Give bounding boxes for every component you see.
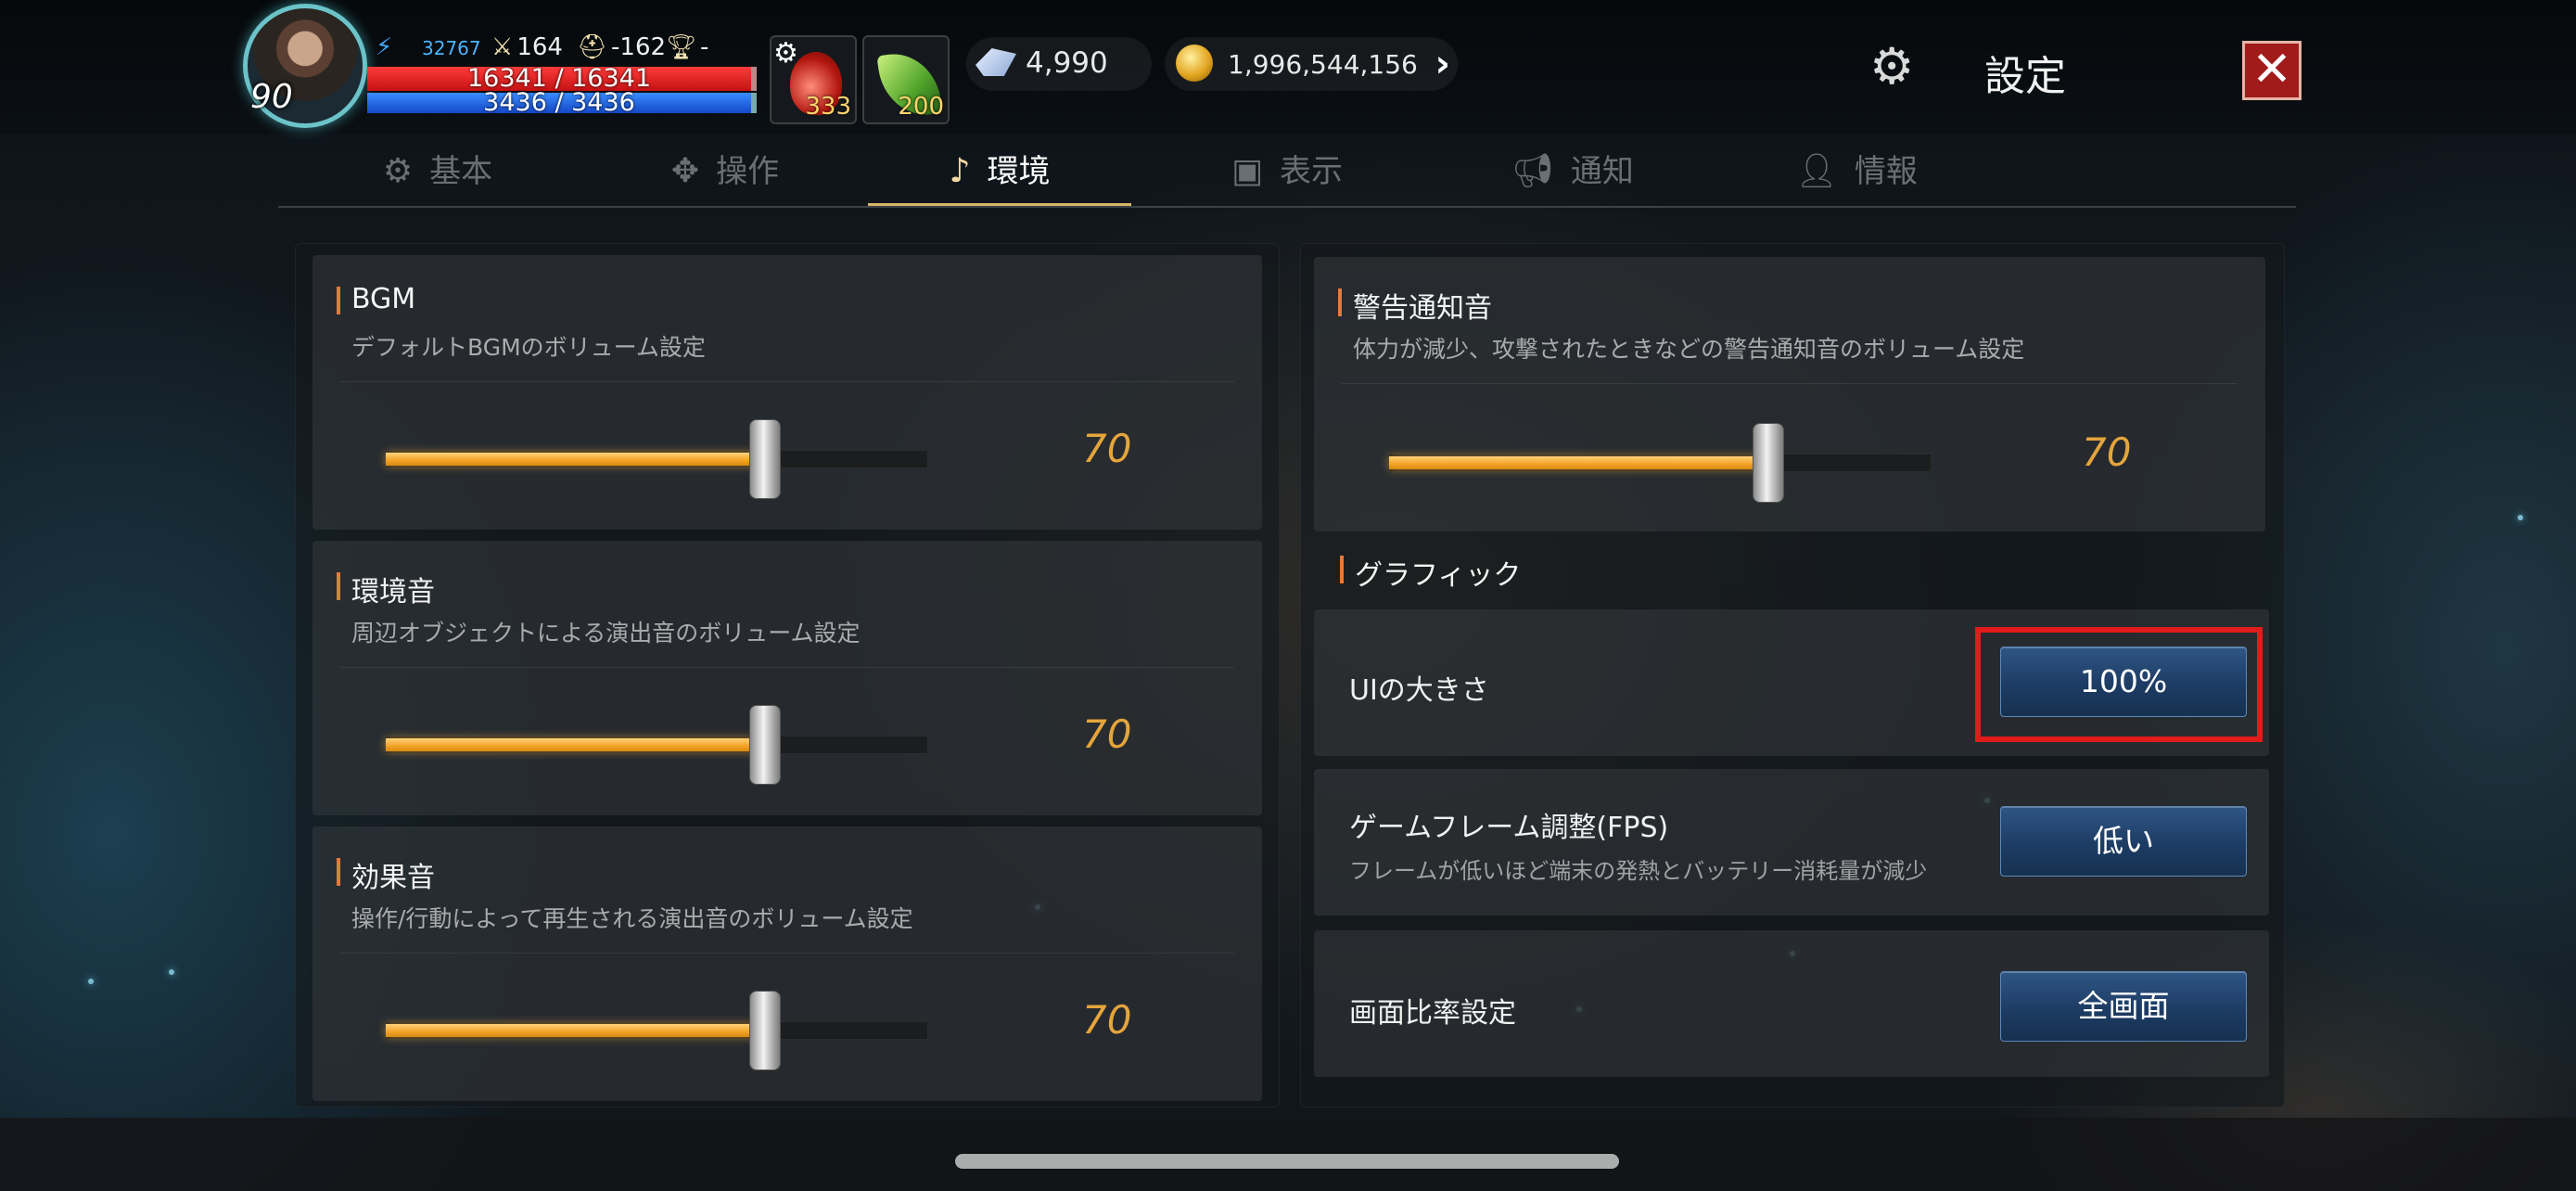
display-icon: ▣	[1231, 152, 1263, 190]
rank-stat: 🏆︎ -	[666, 33, 709, 61]
ui-size-label: UIの大きさ	[1349, 674, 1489, 707]
tab-environment[interactable]: ♪ 環境	[868, 139, 1131, 206]
leaf-count: 200	[898, 93, 944, 121]
alert-sound-card: 警告通知音 体力が減少、攻撃されたときなどの警告通知音のボリューム設定 70	[1314, 257, 2265, 531]
defense-stat: ⛑ -162	[577, 33, 667, 61]
bgm-slider[interactable]	[385, 419, 928, 499]
slider-thumb[interactable]	[748, 991, 781, 1070]
bgm-title: BGM	[337, 283, 415, 315]
tab-display[interactable]: ▣ 表示	[1155, 139, 1419, 206]
gear-icon: ⚙	[773, 37, 798, 70]
slider-fill	[386, 453, 765, 466]
slider-thumb[interactable]	[748, 705, 781, 785]
sword-icon: ⚔	[491, 33, 514, 61]
crystal-currency: 4,990	[966, 37, 1152, 91]
aspect-ratio-button[interactable]: 全画面	[2000, 971, 2247, 1042]
trophy-icon: 🏆︎	[666, 33, 697, 61]
crystal-icon	[976, 48, 1016, 76]
alert-description: 体力が減少、攻撃されたときなどの警告通知音のボリューム設定	[1353, 336, 2025, 363]
person-info-icon: 👤︎	[1795, 152, 1838, 190]
alert-value: 70	[2082, 429, 2132, 475]
sparkle	[2518, 515, 2523, 520]
alert-slider[interactable]	[1388, 423, 1932, 503]
tab-controls[interactable]: ✥ 操作	[593, 139, 857, 206]
character-level: 90	[250, 78, 293, 116]
ambient-value: 70	[1082, 711, 1132, 757]
bgm-value: 70	[1082, 426, 1132, 471]
alert-title: 警告通知音	[1338, 285, 1492, 326]
tab-notifications[interactable]: 📢︎ 通知	[1441, 139, 1704, 206]
divider	[340, 667, 1234, 668]
helmet-icon: ⛑	[577, 33, 608, 61]
top-hud: 90 ⚡ 32767 ⚔ 164 ⛑ -162 🏆︎ - 16341 / 16341 …	[0, 0, 2576, 134]
highlight-box	[1975, 627, 2263, 742]
megaphone-icon: 📢︎	[1511, 152, 1554, 190]
ambient-title: 環境音	[337, 569, 435, 609]
settings-tabs: ⚙ 基本 ✥ 操作 ♪ 環境 ▣ 表示 📢︎ 通知 👤︎ 情報	[278, 139, 2296, 210]
home-indicator[interactable]	[955, 1154, 1619, 1169]
graphics-section-title: グラフィック	[1340, 552, 1521, 593]
sfx-card: 効果音 操作/行動によって再生される演出音のボリューム設定 70	[312, 826, 1262, 1101]
gold-currency[interactable]: 1,996,544,156 ›	[1165, 37, 1458, 91]
quick-slot-leaf[interactable]: 200	[862, 35, 950, 124]
attack-stat: ⚔ 164	[491, 33, 563, 61]
combat-power: 32767	[422, 37, 481, 59]
sfx-slider[interactable]	[385, 991, 928, 1070]
gold-amount: 1,996,544,156	[1228, 49, 1418, 80]
power-icon: ⚡	[376, 33, 393, 61]
tab-info[interactable]: 👤︎ 情報	[1725, 139, 1988, 206]
page-title: 設定	[1984, 53, 2066, 100]
sparkle	[88, 979, 94, 984]
fps-label: ゲームフレーム調整(FPS)	[1349, 812, 1669, 844]
divider	[340, 381, 1234, 382]
close-button[interactable]: ✕	[2242, 41, 2302, 100]
divider	[1342, 383, 2238, 384]
crystal-amount: 4,990	[1026, 46, 1108, 80]
bgm-card: BGM デフォルトBGMのボリューム設定 70	[312, 255, 1262, 530]
gold-coin-icon	[1176, 45, 1213, 82]
sfx-title: 効果音	[337, 854, 435, 895]
aspect-ratio-row: 画面比率設定 全画面	[1314, 930, 2269, 1077]
fps-description: フレームが低いほど端末の発熱とバッテリー消耗量が減少	[1349, 858, 1928, 884]
potion-count: 333	[805, 93, 851, 121]
slider-fill	[1389, 456, 1768, 469]
sfx-value: 70	[1082, 997, 1132, 1043]
slider-fill	[386, 738, 765, 751]
slider-thumb[interactable]	[1752, 423, 1784, 503]
divider	[340, 953, 1234, 954]
bgm-description: デフォルトBGMのボリューム設定	[351, 334, 706, 361]
fps-row: ゲームフレーム調整(FPS) フレームが低いほど端末の発熱とバッテリー消耗量が減…	[1314, 769, 2269, 916]
ambient-slider[interactable]	[385, 705, 928, 785]
tab-basic[interactable]: ⚙ 基本	[306, 139, 569, 206]
mp-bar: 3436 / 3436	[367, 88, 757, 117]
aspect-ratio-label: 画面比率設定	[1349, 997, 1516, 1030]
sparkle	[169, 969, 174, 975]
mp-text: 3436 / 3436	[483, 88, 635, 117]
dpad-icon: ✥	[670, 152, 700, 190]
chevron-right-icon[interactable]: ›	[1435, 43, 1450, 85]
quick-slot-potion[interactable]: ⚙ 333	[770, 35, 857, 124]
settings-gear-icon: ⚙	[1869, 37, 1915, 96]
music-note-icon: ♪	[949, 152, 971, 190]
sound-volume-panel: BGM デフォルトBGMのボリューム設定 70 環境音 周辺オブジェクトによる演…	[295, 243, 1280, 1108]
ambient-card: 環境音 周辺オブジェクトによる演出音のボリューム設定 70	[312, 541, 1262, 815]
sfx-description: 操作/行動によって再生される演出音のボリューム設定	[351, 905, 913, 932]
slider-fill	[386, 1024, 765, 1037]
fps-button[interactable]: 低い	[2000, 806, 2247, 877]
ambient-description: 周辺オブジェクトによる演出音のボリューム設定	[351, 620, 861, 647]
slider-thumb[interactable]	[748, 419, 781, 499]
tabs-divider	[278, 206, 2296, 208]
gear-icon: ⚙	[382, 152, 414, 190]
